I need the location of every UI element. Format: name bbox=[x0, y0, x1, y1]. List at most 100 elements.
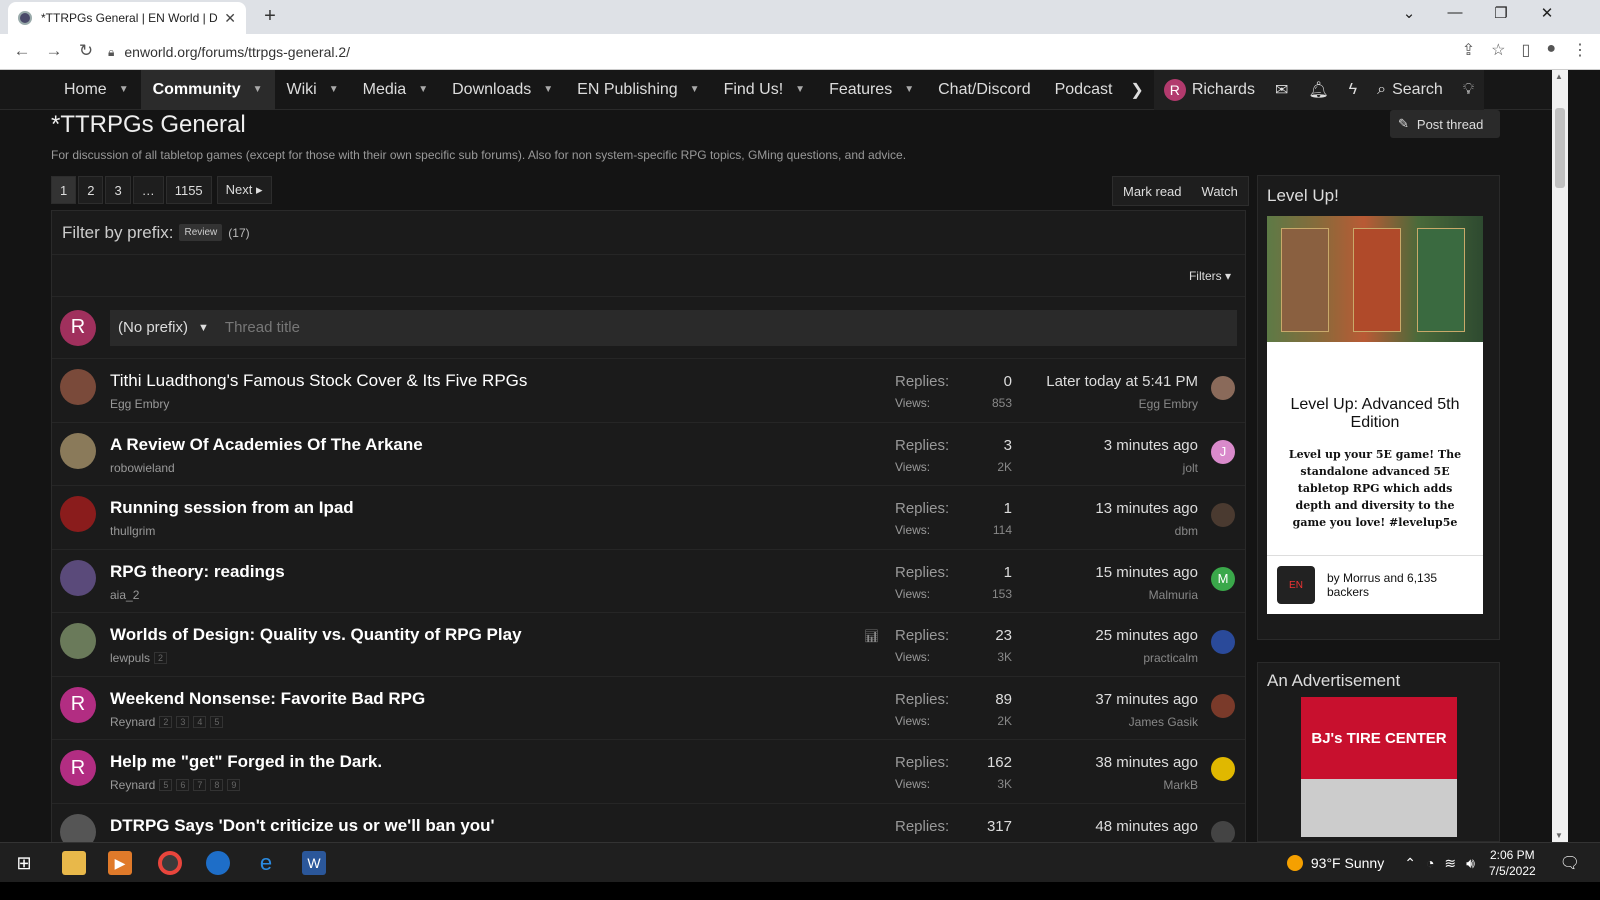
bookmark-star-icon[interactable]: ☆ bbox=[1491, 40, 1505, 60]
thread-title[interactable]: A Review Of Academies Of The Arkane bbox=[110, 435, 423, 455]
author-name[interactable]: Reynard bbox=[110, 715, 155, 729]
page-link[interactable]: 1155 bbox=[165, 176, 212, 204]
author-avatar[interactable] bbox=[60, 559, 96, 596]
address-bar[interactable]: 🔒︎ enworld.org/forums/ttrpgs-general.2/ bbox=[108, 38, 1488, 66]
windows-start-icon[interactable]: ⊞ bbox=[12, 851, 36, 875]
nav-item-chat-discord[interactable]: Chat/Discord bbox=[926, 70, 1042, 110]
inbox-icon[interactable]: ✉ bbox=[1265, 70, 1298, 110]
author-avatar[interactable]: R bbox=[60, 750, 96, 786]
author-avatar[interactable] bbox=[60, 623, 96, 659]
internet-explorer-icon[interactable]: e bbox=[254, 850, 278, 875]
last-poster-avatar[interactable] bbox=[1211, 693, 1235, 718]
author-avatar[interactable] bbox=[60, 496, 96, 532]
thread-page-link[interactable]: 2 bbox=[159, 715, 173, 728]
close-window-button[interactable]: ✕ bbox=[1524, 4, 1570, 22]
page-link[interactable]: 3 bbox=[105, 176, 131, 204]
thread-title[interactable]: RPG theory: readings bbox=[110, 562, 285, 582]
word-icon[interactable]: W bbox=[302, 851, 326, 875]
last-post-time[interactable]: 15 minutes ago bbox=[1095, 564, 1198, 581]
last-post-user[interactable]: practicalm bbox=[1143, 651, 1198, 665]
thread-row[interactable]: Worlds of Design: Quality vs. Quantity o… bbox=[52, 613, 1245, 677]
last-poster-avatar[interactable] bbox=[1211, 630, 1235, 654]
author-name[interactable]: Egg Embry bbox=[110, 397, 169, 411]
last-poster-avatar[interactable]: J bbox=[1211, 439, 1235, 464]
post-thread-button[interactable]: ✎ Post thread bbox=[1390, 110, 1500, 138]
forward-icon[interactable]: → bbox=[42, 41, 66, 61]
page-link[interactable]: … bbox=[132, 176, 164, 204]
page-link[interactable]: 1 bbox=[51, 176, 77, 204]
last-post-time[interactable]: 13 minutes ago bbox=[1095, 500, 1198, 517]
weather-text[interactable]: 93°F Sunny bbox=[1311, 855, 1384, 871]
prefix-select[interactable]: (No prefix) ▼ bbox=[110, 319, 217, 336]
page-scrollbar[interactable]: ▲ ▼ bbox=[1552, 70, 1568, 842]
reload-icon[interactable]: ↻ bbox=[74, 41, 98, 61]
author-avatar[interactable] bbox=[60, 432, 96, 469]
lightbulb-icon[interactable]: 💡︎ bbox=[1453, 70, 1484, 110]
last-poster-avatar[interactable] bbox=[1211, 820, 1235, 845]
last-post-time[interactable]: 37 minutes ago bbox=[1095, 691, 1198, 708]
thread-title[interactable]: Weekend Nonsense: Favorite Bad RPG bbox=[110, 689, 425, 709]
next-page-button[interactable]: Next ▸ bbox=[216, 176, 272, 204]
new-tab-button[interactable]: + bbox=[258, 5, 282, 28]
nav-item-downloads[interactable]: Downloads ▼ bbox=[440, 70, 565, 110]
chevron-down-icon[interactable]: ▼ bbox=[690, 84, 700, 95]
nav-item-podcast[interactable]: Podcast bbox=[1043, 70, 1125, 110]
author-name[interactable]: robowieland bbox=[110, 461, 175, 475]
last-post-time[interactable]: Later today at 5:41 PM bbox=[1046, 373, 1198, 390]
last-post-user[interactable]: Malmuria bbox=[1149, 588, 1198, 602]
author-name[interactable]: aia_2 bbox=[110, 588, 139, 602]
author-avatar[interactable] bbox=[60, 369, 96, 405]
minimize-button[interactable]: — bbox=[1432, 4, 1478, 21]
user-menu[interactable]: R Richards bbox=[1154, 70, 1265, 110]
thread-row[interactable]: R Help me "get" Forged in the Dark. Reynar… bbox=[52, 740, 1245, 804]
last-post-time[interactable]: 25 minutes ago bbox=[1095, 627, 1198, 644]
thread-page-link[interactable]: 9 bbox=[227, 779, 241, 791]
chrome-icon[interactable] bbox=[158, 851, 182, 875]
nav-item-find-us-[interactable]: Find Us! ▼ bbox=[712, 70, 817, 110]
last-post-user[interactable]: Egg Embry bbox=[1139, 397, 1198, 411]
thread-page-link[interactable]: 5 bbox=[159, 779, 173, 791]
thread-title[interactable]: Worlds of Design: Quality vs. Quantity o… bbox=[110, 625, 522, 645]
sidepanel-icon[interactable]: ▯ bbox=[1522, 40, 1531, 60]
thread-page-link[interactable]: 2 bbox=[154, 652, 168, 664]
last-poster-avatar[interactable]: M bbox=[1211, 566, 1235, 591]
thread-title[interactable]: Help me "get" Forged in the Dark. bbox=[110, 752, 382, 772]
thread-title[interactable]: Tithi Luadthong's Famous Stock Cover & I… bbox=[110, 371, 527, 391]
tray-chevron-icon[interactable]: ⌃ bbox=[1404, 855, 1416, 872]
chevron-down-icon[interactable]: ▼ bbox=[253, 84, 263, 95]
thread-page-link[interactable]: 4 bbox=[193, 715, 207, 728]
thread-page-link[interactable]: 6 bbox=[176, 779, 190, 791]
thread-row[interactable]: Tithi Luadthong's Famous Stock Cover & I… bbox=[52, 359, 1245, 423]
volume-icon[interactable]: 🔊︎ bbox=[1466, 855, 1475, 872]
profile-icon[interactable]: ● bbox=[1546, 40, 1556, 60]
nav-item-community[interactable]: Community ▼ bbox=[140, 69, 275, 110]
back-icon[interactable]: ← bbox=[10, 41, 34, 61]
thread-row[interactable]: RPG theory: readings aia_2 Replies: Views: 1… bbox=[52, 550, 1245, 613]
mark-read-button[interactable]: Mark read bbox=[1113, 184, 1192, 199]
thread-title[interactable]: Running session from an Ipad bbox=[110, 498, 354, 518]
chevron-down-icon[interactable]: ▼ bbox=[119, 84, 129, 95]
search-button[interactable]: ⌕ Search bbox=[1367, 70, 1453, 110]
tab-search-icon[interactable]: ⌄ bbox=[1386, 4, 1432, 22]
thread-page-link[interactable]: 7 bbox=[193, 779, 207, 791]
last-post-time[interactable]: 3 minutes ago bbox=[1104, 437, 1198, 454]
scrollbar-thumb[interactable] bbox=[1555, 108, 1565, 188]
thunderbird-icon[interactable] bbox=[206, 851, 230, 875]
last-poster-avatar[interactable] bbox=[1211, 757, 1235, 781]
thread-row[interactable]: Running session from an Ipad thullgrim Rep… bbox=[52, 486, 1245, 550]
nav-item-media[interactable]: Media ▼ bbox=[351, 70, 440, 110]
author-name[interactable]: thullgrim bbox=[110, 524, 155, 538]
thread-title[interactable]: DTRPG Says 'Don't criticize us or we'll … bbox=[110, 816, 495, 836]
system-clock[interactable]: 2:06 PM 7/5/2022 bbox=[1489, 847, 1536, 879]
last-post-user[interactable]: dbm bbox=[1175, 524, 1198, 538]
notifications-icon[interactable]: 🗨︎ bbox=[1560, 853, 1580, 873]
last-post-time[interactable]: 38 minutes ago bbox=[1095, 754, 1198, 771]
nav-item-features[interactable]: Features ▼ bbox=[817, 70, 926, 110]
thread-page-link[interactable]: 3 bbox=[176, 715, 190, 728]
author-name[interactable]: Reynard bbox=[110, 778, 155, 792]
filters-button[interactable]: Filters ▾ bbox=[1189, 269, 1231, 283]
last-post-user[interactable]: jolt bbox=[1183, 461, 1198, 475]
nav-item-wiki[interactable]: Wiki ▼ bbox=[275, 70, 351, 110]
ad-banner[interactable]: BJ's TIRE CENTER bbox=[1301, 697, 1457, 837]
chevron-down-icon[interactable]: ▼ bbox=[329, 84, 339, 95]
